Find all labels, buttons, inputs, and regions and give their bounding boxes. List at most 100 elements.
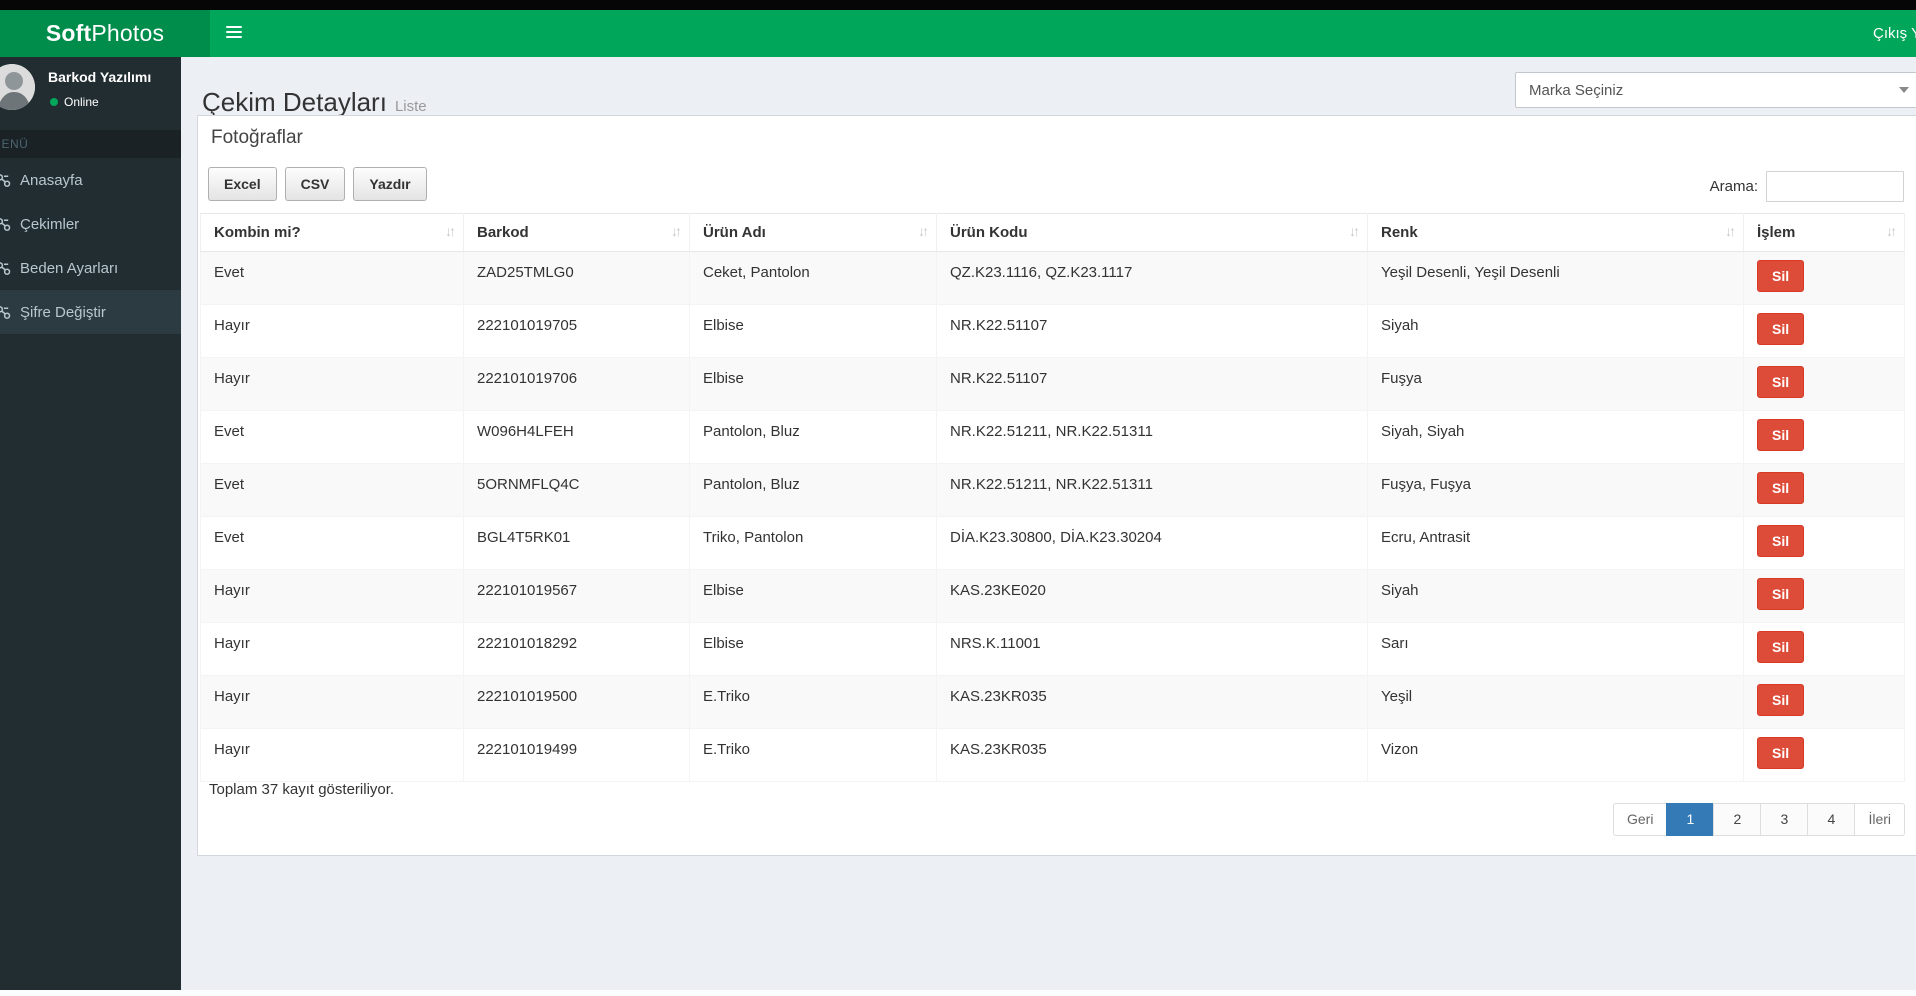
- top-navbar: SoftPhotos Çıkış Yap: [0, 10, 1916, 57]
- logo-bold-text: Soft: [45, 20, 92, 46]
- table-row: Evet BGL4T5RK01 Triko, Pantolon DİA.K23.308…: [200, 516, 1905, 570]
- cell-renk: Siyah: [1367, 569, 1744, 623]
- pagination-page-2[interactable]: 2: [1713, 803, 1762, 836]
- sort-icon: ↓↑: [671, 223, 682, 239]
- cell-islem: Sil: [1743, 304, 1905, 358]
- cell-urun_adi: Elbise: [689, 304, 937, 358]
- table-row: Evet 5ORNMFLQ4C Pantolon, Bluz NR.K22.51211…: [200, 463, 1905, 517]
- cell-renk: Yeşil: [1367, 675, 1744, 729]
- cell-islem: Sil: [1743, 516, 1905, 570]
- page-subtitle: Liste: [394, 98, 427, 116]
- delete-button[interactable]: Sil: [1757, 684, 1805, 716]
- delete-button[interactable]: Sil: [1757, 472, 1805, 504]
- search-label: Arama:: [1709, 178, 1758, 195]
- photos-box: Fotoğraflar Excel CSV Yazdır Arama: Kombin…: [197, 115, 1916, 856]
- search-input[interactable]: [1766, 171, 1904, 202]
- barcode-link-icon: [0, 261, 18, 276]
- cell-islem: Sil: [1743, 675, 1905, 729]
- cell-urun_kodu: NR.K22.51107: [936, 304, 1368, 358]
- table-row: Evet ZAD25TMLG0 Ceket, Pantolon QZ.K23.1116…: [200, 251, 1905, 305]
- sidebar-item-1[interactable]: Anasayfa: [0, 158, 181, 202]
- delete-button[interactable]: Sil: [1757, 260, 1805, 292]
- delete-button[interactable]: Sil: [1757, 419, 1805, 451]
- cell-kombin: Hayır: [200, 357, 464, 411]
- cell-renk: Siyah, Siyah: [1367, 410, 1744, 464]
- excel-export-button[interactable]: Excel: [208, 167, 277, 201]
- column-header[interactable]: İşlem ↓↑: [1743, 213, 1905, 252]
- cell-islem: Sil: [1743, 728, 1905, 782]
- cell-barkod: 222101019500: [463, 675, 690, 729]
- csv-export-button[interactable]: CSV: [284, 167, 346, 201]
- export-buttons: Excel CSV Yazdır: [208, 167, 427, 201]
- table-search: Arama:: [1710, 171, 1904, 202]
- brand-select-dropdown[interactable]: Marka Seçiniz: [1515, 72, 1916, 108]
- cell-kombin: Hayır: [200, 622, 464, 676]
- cell-islem: Sil: [1743, 410, 1905, 464]
- cell-barkod: 222101019706: [463, 357, 690, 411]
- sort-icon: ↓↑: [1349, 223, 1360, 239]
- delete-button[interactable]: Sil: [1757, 525, 1805, 557]
- page-title: Çekim Detayları Liste: [202, 87, 427, 118]
- cell-barkod: W096H4LFEH: [463, 410, 690, 464]
- cell-urun_kodu: KAS.23KR035: [936, 675, 1368, 729]
- cell-urun_kodu: DİA.K23.30800, DİA.K23.30204: [936, 516, 1368, 570]
- delete-button[interactable]: Sil: [1757, 737, 1805, 769]
- sort-icon: ↓↑: [445, 223, 456, 239]
- user-status: Online: [50, 95, 99, 109]
- sidebar-menu-header: MENÜ: [0, 130, 181, 158]
- pagination-page-1[interactable]: 1: [1666, 803, 1715, 836]
- cell-kombin: Hayır: [200, 304, 464, 358]
- online-status-label: Online: [64, 95, 99, 109]
- column-header[interactable]: Renk ↓↑: [1367, 213, 1744, 252]
- cell-barkod: 222101019567: [463, 569, 690, 623]
- cell-islem: Sil: [1743, 569, 1905, 623]
- delete-button[interactable]: Sil: [1757, 578, 1805, 610]
- barcode-link-icon: [0, 217, 18, 232]
- photos-table: Kombin mi? ↓↑ Barkod ↓↑ Ürün Adı ↓↑ Ürün Kodu ↓…: [200, 213, 1905, 782]
- app-logo[interactable]: Soft Photos: [0, 10, 210, 57]
- pagination-page-3[interactable]: 3: [1760, 803, 1809, 836]
- delete-button[interactable]: Sil: [1757, 313, 1805, 345]
- cell-renk: Yeşil Desenli, Yeşil Desenli: [1367, 251, 1744, 305]
- column-header[interactable]: Ürün Kodu ↓↑: [936, 213, 1368, 252]
- pagination-next-button[interactable]: İleri: [1854, 803, 1905, 836]
- cell-barkod: ZAD25TMLG0: [463, 251, 690, 305]
- cell-renk: Ecru, Antrasit: [1367, 516, 1744, 570]
- cell-islem: Sil: [1743, 251, 1905, 305]
- cell-urun_adi: Elbise: [689, 622, 937, 676]
- column-header[interactable]: Kombin mi? ↓↑: [200, 213, 464, 252]
- cell-urun_kodu: NRS.K.11001: [936, 622, 1368, 676]
- cell-barkod: 222101019499: [463, 728, 690, 782]
- online-status-icon: [50, 98, 58, 106]
- table-row: Hayır 222101018292 Elbise NRS.K.11001 Sarı Si…: [200, 622, 1905, 676]
- brand-select-value: Marka Seçiniz: [1529, 81, 1624, 99]
- column-header[interactable]: Ürün Adı ↓↑: [689, 213, 937, 252]
- sidebar-item-2[interactable]: Çekimler: [0, 202, 181, 246]
- yazdır-export-button[interactable]: Yazdır: [353, 167, 427, 201]
- table-record-count: Toplam 37 kayıt gösteriliyor.: [209, 781, 395, 798]
- cell-islem: Sil: [1743, 463, 1905, 517]
- delete-button[interactable]: Sil: [1757, 631, 1805, 663]
- sidebar-item-3[interactable]: Beden Ayarları: [0, 246, 181, 290]
- cell-urun_adi: Ceket, Pantolon: [689, 251, 937, 305]
- cell-renk: Vizon: [1367, 728, 1744, 782]
- pagination: Geri 1 2 3 4 İleri: [1612, 803, 1905, 836]
- cell-kombin: Evet: [200, 251, 464, 305]
- logout-link[interactable]: Çıkış Yap: [1873, 10, 1916, 57]
- hamburger-menu-icon[interactable]: [226, 26, 242, 40]
- sidebar-item-label: Beden Ayarları: [20, 259, 119, 277]
- cell-islem: Sil: [1743, 357, 1905, 411]
- cell-renk: Fuşya, Fuşya: [1367, 463, 1744, 517]
- column-header[interactable]: Barkod ↓↑: [463, 213, 690, 252]
- sidebar-item-4[interactable]: Şifre Değiştir: [0, 290, 181, 334]
- cell-urun_kodu: NR.K22.51211, NR.K22.51311: [936, 463, 1368, 517]
- sidebar-item-label: Çekimler: [20, 215, 80, 233]
- pagination-page-4[interactable]: 4: [1807, 803, 1856, 836]
- cell-kombin: Evet: [200, 410, 464, 464]
- pagination-prev-button[interactable]: Geri: [1612, 803, 1668, 836]
- delete-button[interactable]: Sil: [1757, 366, 1805, 398]
- box-title: Fotoğraflar: [211, 127, 303, 148]
- cell-barkod: 222101018292: [463, 622, 690, 676]
- cell-islem: Sil: [1743, 622, 1905, 676]
- sort-icon: ↓↑: [1886, 223, 1897, 239]
